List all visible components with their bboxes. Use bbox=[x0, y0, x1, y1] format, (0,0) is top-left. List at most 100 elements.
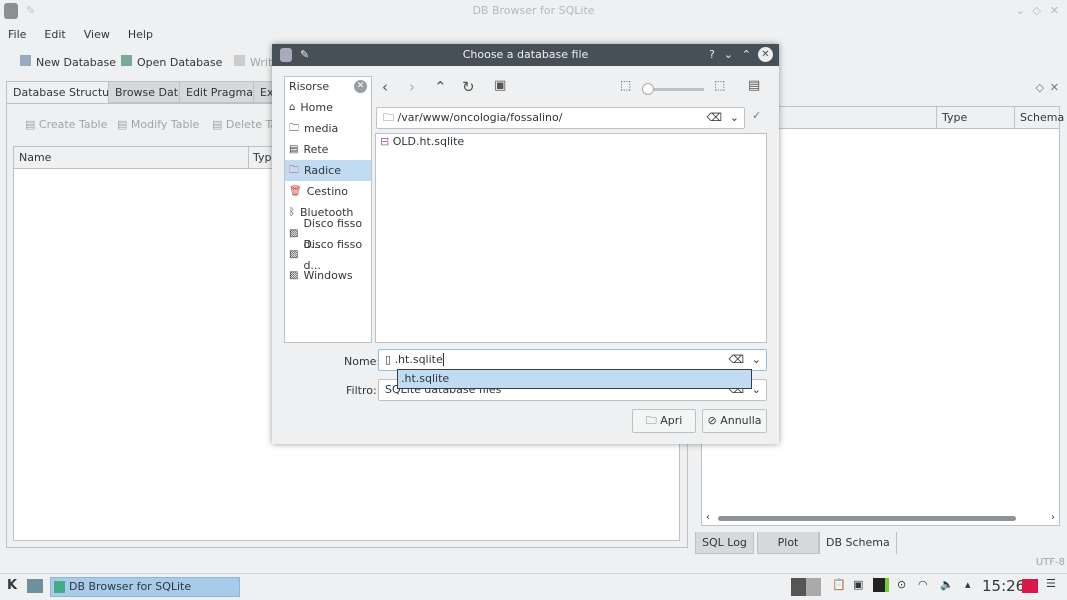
expand-tray-icon[interactable]: ▴ bbox=[965, 578, 971, 591]
window-titlebar: ✎ DB Browser for SQLite ⌄ ◇ ✕ bbox=[0, 0, 1067, 24]
notification-folder-icon[interactable] bbox=[1022, 579, 1038, 593]
dock-close-icon[interactable]: ✕ bbox=[1050, 81, 1059, 94]
view-options-icon[interactable]: ▤ bbox=[748, 78, 760, 93]
wifi-icon[interactable]: ◠ bbox=[918, 578, 928, 591]
folder-icon: 🗀 bbox=[645, 414, 657, 427]
column-name[interactable]: Name bbox=[19, 151, 51, 164]
tab-plot[interactable]: Plot bbox=[757, 532, 819, 554]
close-icon[interactable]: ✕ bbox=[758, 47, 773, 62]
name-label: Nome: bbox=[344, 355, 381, 368]
file-dialog: ✎ Choose a database file ? ⌄ ⌃ ✕ Risorse… bbox=[272, 44, 779, 444]
path-dropdown-icon[interactable]: ⌄ bbox=[730, 108, 739, 128]
folder-icon: 🗀 bbox=[383, 111, 394, 124]
open-button[interactable]: 🗀 Apri bbox=[632, 409, 696, 433]
clear-name-icon[interactable]: ⌫ bbox=[728, 350, 744, 370]
zoom-slider-handle[interactable] bbox=[642, 83, 654, 95]
place-item[interactable]: ⌂ Home bbox=[285, 97, 371, 118]
confirm-path-icon[interactable]: ✓ bbox=[752, 109, 761, 122]
scroll-left-icon[interactable]: ‹ bbox=[706, 512, 710, 523]
scroll-right-icon[interactable]: › bbox=[1051, 512, 1055, 523]
column-schema[interactable]: Schema bbox=[1014, 107, 1064, 129]
folder-icon: 🗀 bbox=[289, 123, 299, 134]
home-icon: ⌂ bbox=[289, 102, 296, 113]
completion-popup-item[interactable]: .ht.sqlite bbox=[397, 369, 752, 389]
tab-db-schema[interactable]: DB Schema bbox=[819, 532, 897, 554]
path-text: /var/www/oncologia/fossalino/ bbox=[397, 111, 563, 124]
cancel-icon: ⊘ bbox=[707, 414, 717, 427]
file-icon: ▯ bbox=[385, 353, 392, 366]
place-item[interactable]: ▨ Disco fisso d... bbox=[285, 238, 371, 272]
filter-dropdown-icon[interactable]: ⌄ bbox=[752, 380, 761, 400]
clear-path-icon[interactable]: ⌫ bbox=[706, 108, 722, 128]
menu-help[interactable]: Help bbox=[128, 28, 153, 41]
task-db-browser[interactable]: DB Browser for SQLite bbox=[50, 577, 240, 597]
back-icon[interactable]: ‹ bbox=[382, 78, 388, 96]
open-database-button[interactable]: Open Database bbox=[121, 55, 222, 69]
app-launcher-icon[interactable]: K bbox=[7, 578, 17, 593]
path-field[interactable]: 🗀 /var/www/oncologia/fossalino/ ⌫ ⌄ bbox=[376, 107, 745, 129]
new-database-icon bbox=[20, 55, 31, 66]
create-table-button[interactable]: ▤ Create Table bbox=[25, 118, 107, 131]
dock-float-icon[interactable]: ◇ bbox=[1036, 81, 1044, 94]
places-panel: Risorse ✕ ⌂ Home 🗀 media ▤ Rete 🗀 Radice 🗑 Cestin… bbox=[284, 76, 372, 343]
name-field[interactable]: ▯ .ht.sqlite ⌫ ⌄ bbox=[378, 349, 767, 371]
file-list[interactable]: ⊟ OLD.ht.sqlite bbox=[375, 133, 767, 343]
network-icon: ▤ bbox=[289, 144, 299, 155]
preview-icon[interactable]: ▣ bbox=[494, 78, 506, 93]
menu-view[interactable]: View bbox=[84, 28, 110, 41]
place-item[interactable]: ▤ Rete bbox=[285, 139, 371, 160]
menu-file[interactable]: File bbox=[8, 28, 26, 41]
battery-icon[interactable] bbox=[873, 578, 889, 592]
pin-icon[interactable]: ✎ bbox=[300, 44, 309, 66]
name-dropdown-icon[interactable]: ⌄ bbox=[752, 350, 761, 370]
window-title: DB Browser for SQLite bbox=[472, 4, 595, 17]
place-item[interactable]: 🗀 Radice bbox=[285, 160, 371, 181]
cancel-button[interactable]: ⊘ Annulla bbox=[702, 409, 767, 433]
places-header: Risorse ✕ bbox=[285, 77, 371, 97]
pin-icon[interactable]: ✎ bbox=[26, 0, 35, 22]
minimize-icon[interactable]: ⌄ bbox=[724, 44, 733, 66]
zoom-in-icon[interactable]: ⬚ bbox=[714, 78, 725, 92]
file-name: OLD.ht.sqlite bbox=[392, 135, 465, 148]
pager-icon[interactable] bbox=[791, 578, 821, 596]
name-text: .ht.sqlite bbox=[394, 353, 444, 366]
media-player-icon[interactable]: ⊙ bbox=[897, 578, 906, 591]
menu-edit[interactable]: Edit bbox=[44, 28, 65, 41]
help-icon[interactable]: ? bbox=[709, 44, 715, 66]
maximize-icon[interactable]: ⌃ bbox=[742, 44, 751, 66]
forward-icon[interactable]: › bbox=[409, 78, 415, 96]
open-database-icon bbox=[121, 55, 132, 66]
filter-label: Filtro: bbox=[346, 384, 377, 397]
clipboard-icon[interactable]: 📋 bbox=[832, 578, 846, 591]
cancel-label: Annulla bbox=[720, 414, 762, 427]
place-item[interactable]: 🗑 Cestino bbox=[285, 181, 371, 202]
scrollbar-thumb[interactable] bbox=[718, 516, 1016, 521]
close-icon[interactable]: ✕ bbox=[1050, 0, 1059, 22]
modify-table-label: Modify Table bbox=[130, 118, 200, 131]
menubar: File Edit View Help bbox=[8, 28, 171, 41]
horizontal-scrollbar[interactable]: ‹ › bbox=[706, 512, 1055, 523]
trash-icon: 🗑 bbox=[289, 186, 302, 197]
panel-menu-icon[interactable]: ☰ bbox=[1046, 577, 1056, 590]
dialog-app-icon bbox=[280, 48, 292, 62]
tab-sql-log[interactable]: SQL Log bbox=[695, 532, 754, 554]
show-desktop-icon[interactable] bbox=[27, 579, 43, 593]
root-folder-icon: 🗀 bbox=[289, 165, 299, 176]
column-type[interactable]: Type bbox=[936, 107, 967, 129]
file-item[interactable]: ⊟ OLD.ht.sqlite bbox=[376, 134, 766, 149]
screenshot-icon[interactable]: ▣ bbox=[853, 578, 863, 591]
zoom-slider[interactable] bbox=[642, 83, 704, 95]
volume-icon[interactable]: 🔈 bbox=[940, 578, 954, 591]
place-label: Windows bbox=[303, 269, 353, 282]
new-database-button[interactable]: New Database bbox=[20, 55, 116, 69]
place-item[interactable]: 🗀 media bbox=[285, 118, 371, 139]
clock[interactable]: 15:26 bbox=[982, 577, 1025, 595]
maximize-icon[interactable]: ◇ bbox=[1033, 0, 1041, 22]
modify-table-button[interactable]: ▤ Modify Table bbox=[117, 118, 199, 131]
minimize-icon[interactable]: ⌄ bbox=[1016, 0, 1025, 22]
encoding-status: UTF-8 bbox=[1035, 557, 1065, 568]
close-places-icon[interactable]: ✕ bbox=[354, 80, 367, 93]
zoom-out-icon[interactable]: ⬚ bbox=[620, 78, 631, 92]
up-icon[interactable]: ⌃ bbox=[434, 78, 447, 96]
reload-icon[interactable]: ↻ bbox=[462, 78, 475, 96]
